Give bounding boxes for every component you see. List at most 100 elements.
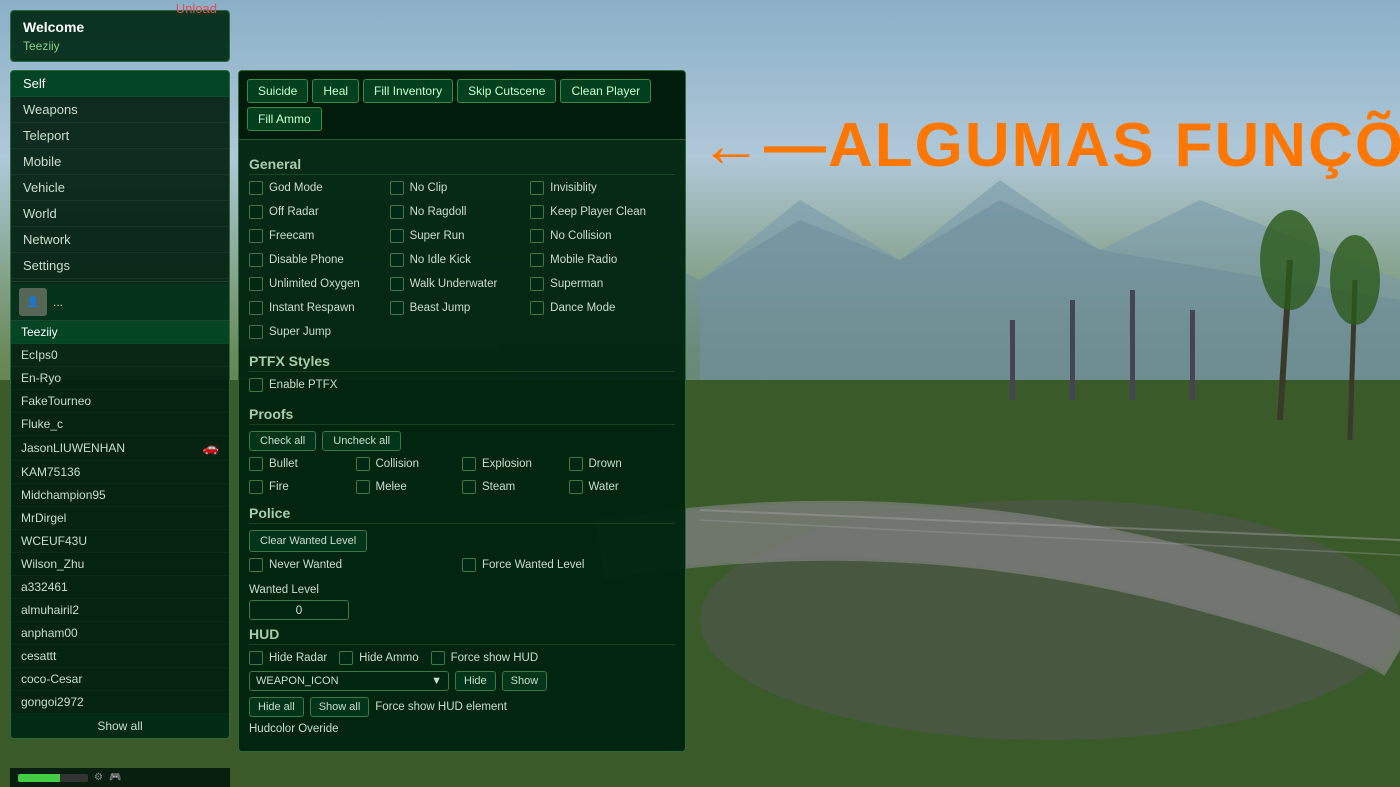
toggle-force-show-hud[interactable]: Force show HUD — [431, 651, 539, 665]
proof-explosion[interactable]: Explosion — [462, 457, 569, 471]
hud-dropdown[interactable]: WEAPON_ICON ▼ — [249, 671, 449, 691]
toggle-super-run[interactable]: Super Run — [390, 229, 531, 243]
hud-dropdown-row: WEAPON_ICON ▼ Hide Show — [249, 671, 675, 691]
hud-toggles: Hide Radar Hide Ammo Force show HUD — [249, 651, 675, 665]
hud-hide-button[interactable]: Hide — [455, 671, 496, 691]
toggle-beast-jump[interactable]: Beast Jump — [390, 301, 531, 315]
sidebar-nav-item-mobile[interactable]: Mobile — [11, 149, 229, 175]
sidebar-user-en-ryo[interactable]: En-Ryo — [11, 367, 229, 390]
sidebar-user-midchampion95[interactable]: Midchampion95 — [11, 484, 229, 507]
clean-player-button[interactable]: Clean Player — [560, 79, 651, 103]
toggle-label-instant-respawn: Instant Respawn — [269, 302, 355, 314]
toggle-walk-underwater[interactable]: Walk Underwater — [390, 277, 531, 291]
sidebar-user-header: 👤 ... — [11, 284, 229, 321]
toggle-box-no-collision — [530, 229, 544, 243]
toggle-hide-ammo[interactable]: Hide Ammo — [339, 651, 418, 665]
hud-show-button[interactable]: Show — [502, 671, 548, 691]
toggle-box-super-run — [390, 229, 404, 243]
toggle-enable-ptfx[interactable]: Enable PTFX — [249, 378, 390, 392]
toggle-no-clip[interactable]: No Clip — [390, 181, 531, 195]
unload-button[interactable]: Unload — [176, 1, 217, 16]
hud-override-label: Hudcolor Overide — [249, 723, 675, 735]
toggle-hide-radar[interactable]: Hide Radar — [249, 651, 327, 665]
toggle-never-wanted[interactable]: Never Wanted — [249, 558, 462, 572]
ptfx-section-title: PTFX Styles — [249, 353, 675, 372]
toggle-box-explosion — [462, 457, 476, 471]
sidebar-user-fluke-c[interactable]: Fluke_c — [11, 413, 229, 436]
sidebar-nav-item-world[interactable]: World — [11, 201, 229, 227]
sidebar-nav-item-settings[interactable]: Settings — [11, 253, 229, 279]
toggle-box-steam — [462, 480, 476, 494]
suicide-button[interactable]: Suicide — [247, 79, 308, 103]
sidebar-user-cesattt[interactable]: cesattt — [11, 645, 229, 668]
proof-drown[interactable]: Drown — [569, 457, 676, 471]
sidebar-nav-item-weapons[interactable]: Weapons — [11, 97, 229, 123]
toggle-unlimited-oxygen[interactable]: Unlimited Oxygen — [249, 277, 390, 291]
sidebar-user-teeziiy[interactable]: Teeziiy — [11, 321, 229, 344]
toggle-label-no-idle-kick: No Idle Kick — [410, 254, 471, 266]
sidebar-user-eclps0[interactable]: EcIps0 — [11, 344, 229, 367]
proofs-section-title: Proofs — [249, 406, 675, 425]
toggle-box-never-wanted — [249, 558, 263, 572]
clear-wanted-level-button[interactable]: Clear Wanted Level — [249, 530, 367, 552]
toggle-freecam[interactable]: Freecam — [249, 229, 390, 243]
sidebar-nav-item-network[interactable]: Network — [11, 227, 229, 253]
sidebar-user-mrdirge1[interactable]: MrDirgel — [11, 507, 229, 530]
toggle-label-off-radar: Off Radar — [269, 206, 319, 218]
toggle-box-no-clip — [390, 181, 404, 195]
sidebar-nav-item-vehicle[interactable]: Vehicle — [11, 175, 229, 201]
heal-button[interactable]: Heal — [312, 79, 359, 103]
sidebar-user-wceuf43u[interactable]: WCEUF43U — [11, 530, 229, 553]
sidebar-user-kam75136[interactable]: KAM75136 — [11, 461, 229, 484]
proof-bullet[interactable]: Bullet — [249, 457, 356, 471]
toggle-no-idle-kick[interactable]: No Idle Kick — [390, 253, 531, 267]
uncheck-all-button[interactable]: Uncheck all — [322, 431, 401, 451]
hud-dropdown-value: WEAPON_ICON — [256, 675, 339, 687]
toggle-box-force-wanted-level — [462, 558, 476, 572]
proof-steam[interactable]: Steam — [462, 480, 569, 494]
toggle-super-jump[interactable]: Super Jump — [249, 325, 390, 339]
toggle-box-hide-radar — [249, 651, 263, 665]
toggle-instant-respawn[interactable]: Instant Respawn — [249, 301, 390, 315]
toggle-no-collision[interactable]: No Collision — [530, 229, 671, 243]
proof-label-bullet: Bullet — [269, 458, 298, 470]
toggle-mobile-radio[interactable]: Mobile Radio — [530, 253, 671, 267]
proof-label-water: Water — [589, 481, 619, 493]
proof-fire[interactable]: Fire — [249, 480, 356, 494]
fill-inventory-button[interactable]: Fill Inventory — [363, 79, 453, 103]
sidebar-nav-item-teleport[interactable]: Teleport — [11, 123, 229, 149]
sidebar-user-almuhairil2[interactable]: almuhairil2 — [11, 599, 229, 622]
toggle-label-never-wanted: Never Wanted — [269, 559, 342, 571]
proof-water[interactable]: Water — [569, 480, 676, 494]
sidebar-user-a332461[interactable]: a332461 — [11, 576, 229, 599]
toggle-force-wanted-level[interactable]: Force Wanted Level — [462, 558, 675, 572]
toggle-box-beast-jump — [390, 301, 404, 315]
proof-melee[interactable]: Melee — [356, 480, 463, 494]
toggle-superman[interactable]: Superman — [530, 277, 671, 291]
proof-collision[interactable]: Collision — [356, 457, 463, 471]
sidebar-user-jasonliuwenhan[interactable]: JasonLIUWENHAN 🚗 — [11, 436, 229, 461]
toggle-no-ragdoll[interactable]: No Ragdoll — [390, 205, 531, 219]
sidebar-user-wilson-zhu[interactable]: Wilson_Zhu — [11, 553, 229, 576]
sidebar-user-gongoi2972[interactable]: gongoi2972 — [11, 691, 229, 714]
toggle-disable-phone[interactable]: Disable Phone — [249, 253, 390, 267]
check-all-button[interactable]: Check all — [249, 431, 316, 451]
wanted-slider[interactable]: 0 — [249, 600, 349, 620]
toggle-off-radar[interactable]: Off Radar — [249, 205, 390, 219]
hud-hide-all-button[interactable]: Hide all — [249, 697, 304, 717]
toggle-dance-mode[interactable]: Dance Mode — [530, 301, 671, 315]
skip-cutscene-button[interactable]: Skip Cutscene — [457, 79, 556, 103]
show-all-button[interactable]: Show all — [11, 714, 229, 738]
toggle-god-mode[interactable]: God Mode — [249, 181, 390, 195]
toggle-box-water — [569, 480, 583, 494]
sidebar-user-coco-cesar[interactable]: coco-Cesar — [11, 668, 229, 691]
fill-ammo-button[interactable]: Fill Ammo — [247, 107, 322, 131]
sidebar-user-faketourneo[interactable]: FakeTourneo — [11, 390, 229, 413]
sidebar-nav-item-self[interactable]: Self — [11, 71, 229, 97]
toggle-invisiblity[interactable]: Invisiblity — [530, 181, 671, 195]
sidebar-user-anpham00[interactable]: anpham00 — [11, 622, 229, 645]
toggle-label-enable-ptfx: Enable PTFX — [269, 379, 337, 391]
toggle-box-enable-ptfx — [249, 378, 263, 392]
toggle-keep-player-clean[interactable]: Keep Player Clean — [530, 205, 671, 219]
hud-show-all-button[interactable]: Show all — [310, 697, 370, 717]
